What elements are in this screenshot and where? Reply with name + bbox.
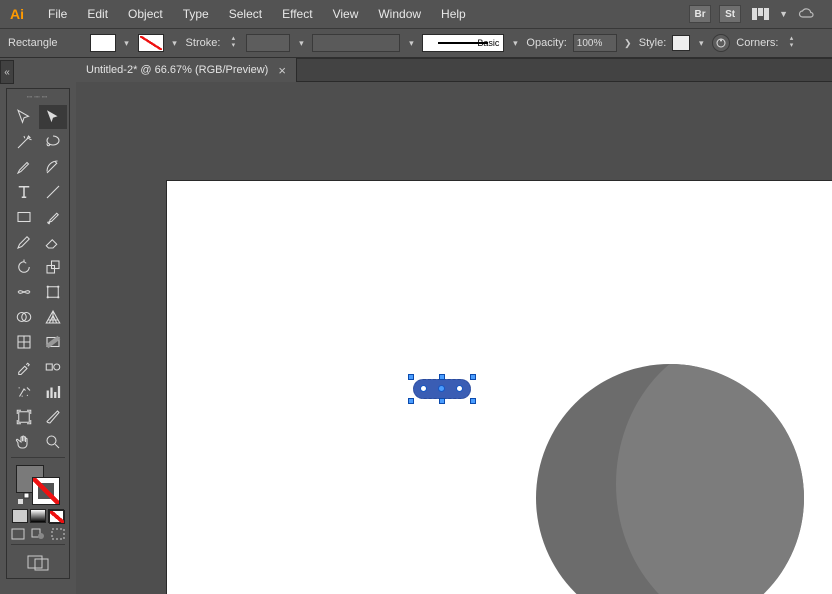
type-tool[interactable] [10,180,38,204]
document-tab-title: Untitled-2* @ 66.67% (RGB/Preview) [86,64,268,76]
stroke-color-icon[interactable] [32,477,60,505]
arrange-documents-button[interactable] [749,5,771,23]
brush-dropdown-icon[interactable]: ▾ [510,38,520,49]
perspective-grid-tool[interactable] [39,305,67,329]
opacity-field[interactable]: 100% [573,34,617,52]
tool-panel-grip[interactable]: ┈┈┈ [9,92,67,103]
rectangle-tool[interactable] [10,205,38,229]
menu-type[interactable]: Type [173,3,219,25]
menu-object[interactable]: Object [118,3,173,25]
scale-tool[interactable] [39,255,67,279]
document-tab-strip: Untitled-2* @ 66.67% (RGB/Preview) × [76,58,832,82]
fill-stroke-control[interactable] [16,465,60,505]
width-tool[interactable] [10,280,38,304]
stroke-weight-stepper[interactable]: ▴▾ [226,34,240,52]
recolor-artwork-button[interactable] [712,34,730,52]
stroke-weight-field[interactable] [246,34,290,52]
close-tab-button[interactable]: × [278,63,286,78]
eraser-tool[interactable] [39,230,67,254]
style-label: Style: [639,37,667,49]
tool-panel: ┈┈┈ [6,88,70,579]
canvas-area[interactable] [76,82,832,594]
chevron-down-icon[interactable]: ▼ [779,9,788,19]
mesh-tool[interactable] [10,330,38,354]
stock-button[interactable]: St [719,5,741,23]
control-bar: Rectangle ▾ ▾ Stroke: ▴▾ ▾ ▾ Basic ▾ Opa… [0,28,832,58]
artboard-tool[interactable] [10,405,38,429]
shape-builder-tool[interactable] [10,305,38,329]
menu-effect[interactable]: Effect [272,3,322,25]
swap-fill-stroke-icon[interactable] [18,493,30,505]
color-mode-gradient[interactable] [30,509,46,523]
menubar-right-group: Br St ▼ [689,5,826,23]
selected-object[interactable] [410,376,474,402]
fill-dropdown-icon[interactable]: ▾ [122,38,132,49]
graphic-style-swatch[interactable] [672,35,690,51]
document-tab[interactable]: Untitled-2* @ 66.67% (RGB/Preview) × [76,58,297,82]
opacity-dropdown-icon[interactable]: ❯ [623,38,633,49]
line-segment-tool[interactable] [39,180,67,204]
selection-type-label: Rectangle [8,37,58,49]
stroke-swatch[interactable] [138,34,164,52]
magic-wand-tool[interactable] [10,130,38,154]
brush-label: Basic [477,38,499,48]
fill-swatch[interactable] [90,34,116,52]
stroke-weight-dropdown-icon[interactable]: ▾ [296,38,306,49]
menu-bar: Ai File Edit Object Type Select Effect V… [0,0,832,28]
stroke-dropdown-icon[interactable]: ▾ [170,38,180,49]
symbol-sprayer-tool[interactable] [10,380,38,404]
artwork-circle-highlight [616,364,804,594]
draw-mode-row [9,527,67,541]
panel-collapse-handle[interactable]: « [0,60,14,84]
pen-tool[interactable] [10,155,38,179]
menu-view[interactable]: View [323,3,369,25]
slice-tool[interactable] [39,405,67,429]
eyedropper-tool[interactable] [10,355,38,379]
draw-behind-icon[interactable] [29,527,46,541]
free-transform-tool[interactable] [39,280,67,304]
menu-window[interactable]: Window [368,3,431,25]
style-dropdown-icon[interactable]: ▾ [696,38,706,49]
variable-width-profile[interactable] [312,34,400,52]
lasso-tool[interactable] [39,130,67,154]
opacity-label: Opacity: [526,37,566,49]
color-mode-none[interactable] [48,509,64,523]
brush-definition[interactable]: Basic [422,34,504,52]
corners-stepper[interactable]: ▴▾ [784,34,798,52]
draw-inside-icon[interactable] [50,527,67,541]
menu-help[interactable]: Help [431,3,476,25]
selection-tool[interactable] [10,105,38,129]
color-mode-row [9,509,67,523]
blend-tool[interactable] [39,355,67,379]
zoom-tool[interactable] [39,430,67,454]
hand-tool[interactable] [10,430,38,454]
menu-edit[interactable]: Edit [77,3,118,25]
color-mode-solid[interactable] [12,509,28,523]
menu-select[interactable]: Select [219,3,272,25]
rotate-tool[interactable] [10,255,38,279]
gradient-tool[interactable] [39,330,67,354]
column-graph-tool[interactable] [39,380,67,404]
variable-width-dropdown-icon[interactable]: ▾ [406,38,416,49]
gpu-preview-icon[interactable] [796,5,818,23]
menu-file[interactable]: File [38,3,77,25]
curvature-tool[interactable] [39,155,67,179]
pencil-tool[interactable] [10,230,38,254]
app-logo: Ai [6,3,28,25]
bridge-button[interactable]: Br [689,5,711,23]
draw-normal-icon[interactable] [9,527,26,541]
paintbrush-tool[interactable] [39,205,67,229]
screen-mode-button[interactable] [9,554,67,572]
direct-selection-tool[interactable] [39,105,67,129]
corners-label: Corners: [736,37,778,49]
stroke-label: Stroke: [186,37,221,49]
